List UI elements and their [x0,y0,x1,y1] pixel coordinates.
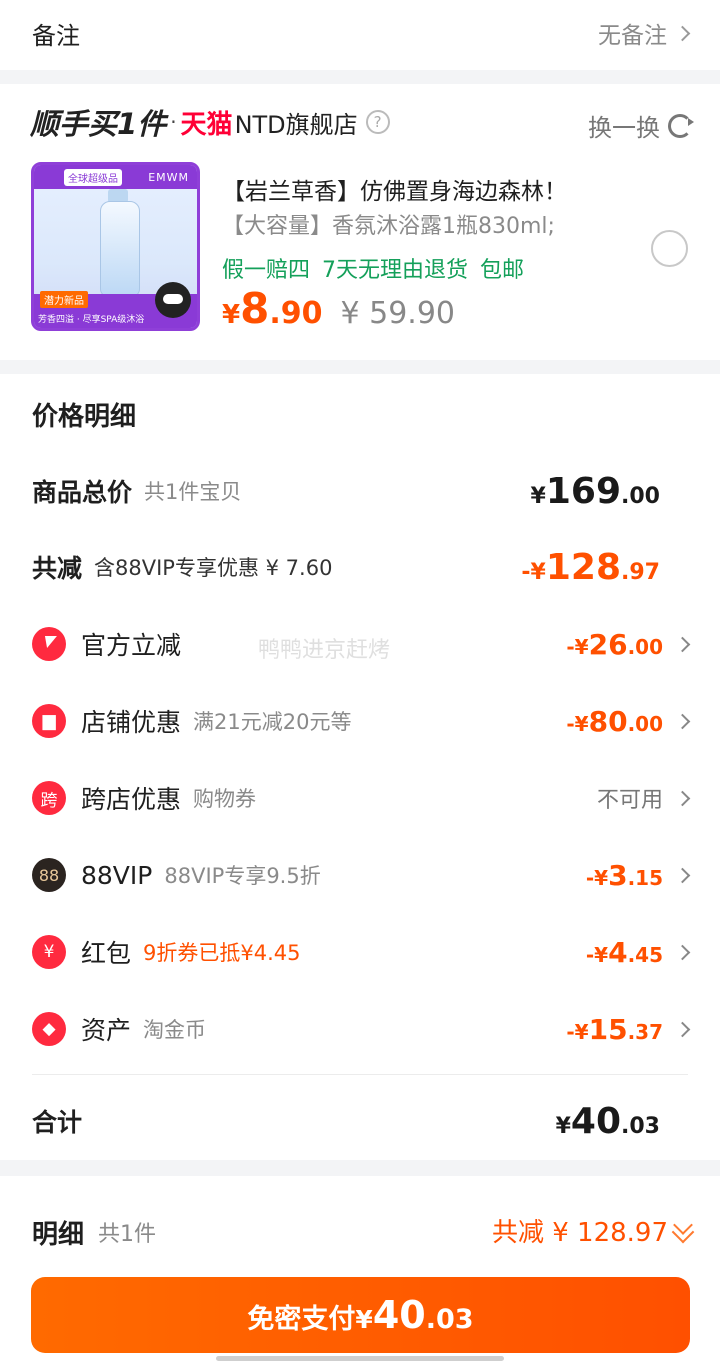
pay-button-symbol: ¥ [355,1305,373,1334]
vip88-sub: 88VIP专享9.5折 [164,864,321,888]
promo-header: 顺手买1件 · 天猫 NTD旗舰店 ? [30,102,390,142]
tag-free-shipping: 包邮 [480,258,525,283]
total-discount-label: 共减 [32,554,83,583]
sum-row: 合计 ¥40.03 [32,1096,688,1146]
image-topbar: 全球超级品 EMWM [34,165,197,189]
product-subtitle: 【大容量】香氛沐浴露1瓶830ml; [222,214,555,239]
price-detail-section: 价格明细 鸭鸭进京赶烤 商品总价 共1件宝贝 ¥169.00 共减 含88VIP… [0,374,720,1160]
pay-button-int: 40 [372,1293,426,1337]
shop-icon: ▆ [32,704,66,738]
sum-amount: ¥40.03 [555,1100,660,1142]
goods-total-sub: 共1件宝贝 [144,480,242,504]
image-badge: 全球超级品 [64,168,122,186]
cross-store-icon: 跨 [32,781,66,815]
sum-label: 合计 [32,1108,83,1137]
cross-store-discount-row[interactable]: 跨 跨店优惠 购物券 不可用 [32,773,691,823]
swap-button[interactable]: 换一换 [588,108,694,143]
goods-total-label: 商品总价 [32,478,133,507]
total-discount-amount: -¥128.97 [521,546,660,588]
product-service-tags: 假一赔四 7天无理由退货 包邮 [222,252,524,284]
red-packet-sub: 9折券已抵¥4.45 [143,941,301,965]
detail-label: 明细 [32,1220,85,1250]
promo-title: 顺手买1件 [30,107,167,141]
bottle-shape [100,201,140,297]
lightning-icon [32,627,66,661]
official-discount-row[interactable]: 官方立减 -¥26.00 [32,619,691,669]
cross-store-label: 跨店优惠 [81,785,182,814]
red-packet-amount: -¥4.45 [585,935,663,969]
goods-total-amount: ¥169.00 [530,470,660,512]
shop-discount-sub: 满21元减20元等 [193,710,352,734]
current-price: ¥8.90 [222,284,323,333]
total-discount-sub: 含88VIP专享优惠 ¥ 7.60 [94,556,333,580]
shop-discount-row[interactable]: ▆ 店铺优惠 满21元减20元等 -¥80.00 [32,696,691,746]
note-value[interactable]: 无备注 [598,16,691,50]
vip88-icon: 88 [32,858,66,892]
image-brand: EMWM [148,170,189,184]
red-packet-row[interactable]: ¥ 红包 9折券已抵¥4.45 -¥4.45 [32,927,691,977]
official-discount-label: 官方立减 [81,631,182,660]
red-packet-icon: ¥ [32,935,66,969]
total-discount-toggle[interactable]: 共减 ¥ 128.97 [491,1212,693,1249]
assets-amount: -¥15.37 [566,1012,663,1046]
chevron-right-icon [674,1021,691,1037]
image-foot: 芳香四溢 · 尽享SPA级沐浴 [38,315,145,325]
divider [32,1074,688,1075]
tag-icon: ◆ [32,1012,66,1046]
tag-fake-compensation: 假一赔四 [222,258,311,283]
goods-total-row: 商品总价 共1件宝贝 ¥169.00 [32,466,688,516]
assets-label: 资产 [81,1016,132,1045]
checkout-bar: 明细 共1件 共减 ¥ 128.97 免密支付 ¥ 40 .03 [0,1176,720,1364]
promo-separator: · [170,110,177,134]
note-row[interactable]: 备注 无备注 [0,0,720,70]
tmall-cat-icon [155,282,191,318]
chevron-right-icon [674,867,691,883]
note-label: 备注 [32,22,80,50]
chevron-right-icon [674,790,691,806]
assets-row[interactable]: ◆ 资产 淘金币 -¥15.37 [32,1004,691,1054]
pay-button-dec: .03 [425,1304,474,1335]
chevron-right-icon [674,25,691,41]
home-indicator [216,1356,504,1361]
official-discount-amount: -¥26.00 [566,627,663,661]
image-tag: 潜力新品 [40,291,88,308]
total-discount-row: 共减 含88VIP专享优惠 ¥ 7.60 -¥128.97 [32,542,688,592]
refresh-icon [668,113,694,138]
pay-button[interactable]: 免密支付 ¥ 40 .03 [31,1277,690,1353]
product-image[interactable]: 全球超级品 EMWM 潜力新品 芳香四溢 · 尽享SPA级沐浴 [31,162,200,331]
total-discount-summary: 共减 ¥ 128.97 [491,1218,668,1248]
cross-store-sub: 购物券 [193,787,257,811]
select-product-radio[interactable] [651,230,688,267]
product-title[interactable]: 【岩兰草香】仿佛置身海边森林！ [222,172,567,206]
vip88-amount: -¥3.15 [585,858,663,892]
product-price: ¥8.90 ¥ 59.90 [222,284,455,333]
vip88-discount-row[interactable]: 88 88VIP 88VIP专享9.5折 -¥3.15 [32,850,691,900]
red-packet-label: 红包 [81,939,132,968]
tag-7day-return: 7天无理由退货 [322,258,469,283]
swap-label: 换一换 [588,114,660,142]
cross-store-status: 不可用 [596,788,663,813]
question-circle-icon[interactable]: ? [365,110,390,134]
store-name[interactable]: NTD旗舰店 [235,105,358,140]
shop-discount-label: 店铺优惠 [81,708,182,737]
assets-sub: 淘金币 [143,1018,207,1042]
tmall-logo: 天猫 [180,109,233,140]
pay-button-label: 免密支付 [247,1304,356,1335]
chevron-right-icon [674,944,691,960]
chevron-right-icon [674,636,691,652]
double-chevron-down-icon [673,1214,693,1235]
note-value-text: 无备注 [598,23,667,49]
chevron-right-icon [674,713,691,729]
original-price: ¥ 59.90 [340,296,455,331]
shop-discount-amount: -¥80.00 [566,704,663,738]
add-on-promo-section: 顺手买1件 · 天猫 NTD旗舰店 ? 换一换 全球超级品 EMWM 潜力新品 … [0,84,720,360]
detail-count: 共1件 [98,1222,156,1247]
vip88-label: 88VIP [81,860,153,890]
price-detail-title: 价格明细 [32,402,137,432]
